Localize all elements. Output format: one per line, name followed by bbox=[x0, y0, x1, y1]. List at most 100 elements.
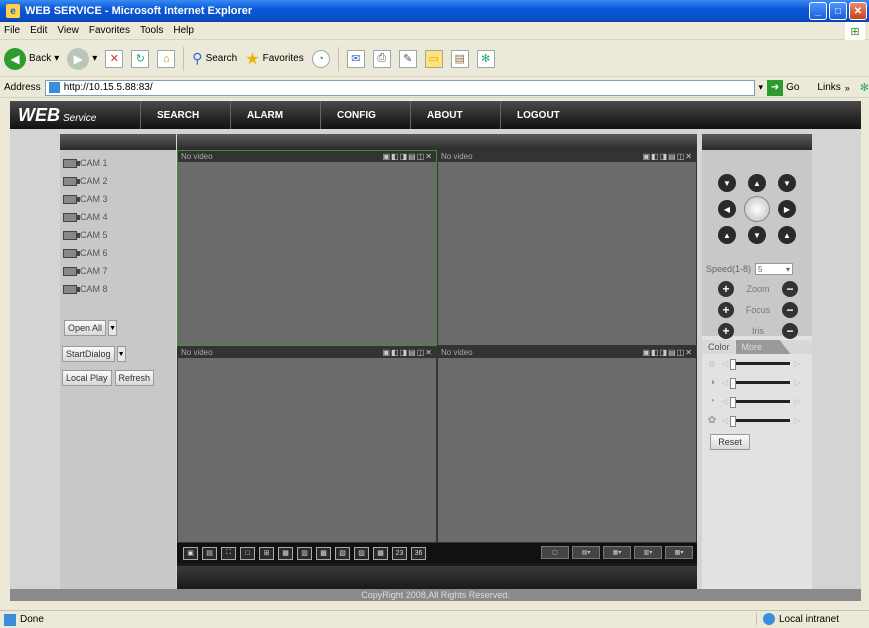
camera-item-4[interactable]: CAM 4 bbox=[60, 208, 176, 226]
favorites-button[interactable]: ★ Favorites bbox=[245, 49, 303, 69]
search-button[interactable]: ⚲ Search bbox=[192, 50, 237, 67]
menu-view[interactable]: View bbox=[57, 25, 79, 36]
history-icon[interactable]: ◔ bbox=[311, 49, 330, 68]
ptz-right-icon[interactable]: ▶ bbox=[778, 200, 796, 218]
split-20-icon[interactable]: ▦ bbox=[373, 546, 388, 560]
split-9-icon[interactable]: ▩ bbox=[316, 546, 331, 560]
ptz-down-icon[interactable]: ▼ bbox=[748, 226, 766, 244]
go-button[interactable]: ➜ Go bbox=[767, 79, 799, 96]
refresh-icon[interactable]: ↻ bbox=[131, 49, 150, 68]
cell-controls-icon[interactable]: ▣◧◨▤◫✕ bbox=[383, 152, 434, 161]
camera-item-5[interactable]: CAM 5 bbox=[60, 226, 176, 244]
slider-right-icon[interactable]: ▷ bbox=[794, 359, 800, 368]
ptz-up-left-icon[interactable]: ▼ bbox=[718, 174, 736, 192]
start-dialog-dropdown[interactable]: StartDialog ▼ bbox=[62, 346, 126, 362]
back-button[interactable]: ◀ Back ▾ bbox=[4, 47, 59, 70]
print-icon[interactable]: ⎙ bbox=[372, 49, 391, 68]
iris-close-button[interactable]: − bbox=[782, 323, 798, 339]
chevron-down-icon[interactable]: ▼ bbox=[108, 320, 118, 336]
camera-item-7[interactable]: CAM 7 bbox=[60, 262, 176, 280]
home-icon[interactable]: ⌂ bbox=[157, 49, 176, 68]
local-play-button[interactable]: Local Play bbox=[62, 370, 112, 386]
brightness-slider[interactable]: ☼ ◁ ▷ bbox=[702, 354, 812, 373]
ptz-center-button[interactable] bbox=[744, 196, 770, 222]
cell-controls-icon[interactable]: ▣◧◨▤◫✕ bbox=[643, 152, 694, 161]
slider-right-icon[interactable]: ▷ bbox=[794, 378, 800, 387]
nav-config[interactable]: CONFIG bbox=[320, 101, 410, 129]
camera-item-1[interactable]: CAM 1 bbox=[60, 154, 176, 172]
address-dropdown-icon[interactable]: ▾ bbox=[759, 82, 764, 93]
nav-about[interactable]: ABOUT bbox=[410, 101, 500, 129]
split-1-icon[interactable]: □ bbox=[240, 546, 255, 560]
camera-item-8[interactable]: CAM 8 bbox=[60, 280, 176, 298]
video-cell-1[interactable]: No video ▣◧◨▤◫✕ bbox=[177, 150, 437, 346]
contrast-slider[interactable]: ◑ ◁ ▷ bbox=[702, 373, 812, 392]
video-cell-3[interactable]: No video ▣◧◨▤◫✕ bbox=[177, 346, 437, 543]
split-full-icon[interactable]: ▣ bbox=[183, 546, 198, 560]
split-4-icon[interactable]: ⊞ bbox=[259, 546, 274, 560]
split-8-icon[interactable]: ▥ bbox=[297, 546, 312, 560]
camera-item-6[interactable]: CAM 6 bbox=[60, 244, 176, 262]
maximize-button[interactable]: □ bbox=[829, 2, 847, 20]
messenger-icon[interactable]: ✻ bbox=[476, 49, 495, 68]
camera-item-2[interactable]: CAM 2 bbox=[60, 172, 176, 190]
split-23-button[interactable]: 23 bbox=[392, 546, 407, 560]
minimize-button[interactable]: _ bbox=[809, 2, 827, 20]
split-list-icon[interactable]: ▤ bbox=[202, 546, 217, 560]
video-cell-4[interactable]: No video ▣◧◨▤◫✕ bbox=[437, 346, 697, 543]
nav-logout[interactable]: LOGOUT bbox=[500, 101, 590, 129]
slider-left-icon[interactable]: ◁ bbox=[722, 378, 728, 387]
refresh-button[interactable]: Refresh bbox=[114, 370, 155, 386]
slider-right-icon[interactable]: ▷ bbox=[794, 416, 800, 425]
saturation-slider[interactable]: ◔ ◁ ▷ bbox=[702, 392, 812, 411]
view-mode-1-icon[interactable]: ▢ bbox=[541, 546, 569, 559]
chevron-down-icon[interactable]: ▼ bbox=[116, 346, 126, 362]
saturation-track[interactable] bbox=[730, 397, 791, 408]
split-13-icon[interactable]: ▧ bbox=[335, 546, 350, 560]
contrast-track[interactable] bbox=[730, 378, 791, 389]
address-input[interactable]: http://10.15.5.88:83/ bbox=[44, 79, 755, 96]
split-36-button[interactable]: 36 bbox=[411, 546, 426, 560]
research-icon[interactable]: ▤ bbox=[450, 49, 469, 68]
ptz-up-right-icon[interactable]: ▼ bbox=[778, 174, 796, 192]
zoom-out-button[interactable]: − bbox=[781, 281, 798, 297]
split-fullscreen-icon[interactable]: ⛶ bbox=[221, 546, 236, 560]
nav-alarm[interactable]: ALARM bbox=[230, 101, 320, 129]
hue-track[interactable] bbox=[730, 416, 791, 427]
links-label[interactable]: Links bbox=[817, 82, 840, 93]
focus-in-button[interactable]: + bbox=[718, 302, 734, 318]
view-mode-2-icon[interactable]: ▤▾ bbox=[572, 546, 600, 559]
ptz-left-icon[interactable]: ◀ bbox=[718, 200, 736, 218]
ptz-down-left-icon[interactable]: ▲ bbox=[718, 226, 736, 244]
stop-icon[interactable]: ✕ bbox=[105, 49, 124, 68]
nav-search[interactable]: SEARCH bbox=[140, 101, 230, 129]
hue-slider[interactable]: ✿ ◁ ▷ bbox=[702, 411, 812, 430]
ptz-up-icon[interactable]: ▲ bbox=[748, 174, 766, 192]
open-all-dropdown[interactable]: Open All ▼ bbox=[64, 320, 118, 336]
slider-left-icon[interactable]: ◁ bbox=[722, 416, 728, 425]
slider-left-icon[interactable]: ◁ bbox=[722, 397, 728, 406]
menu-help[interactable]: Help bbox=[173, 25, 194, 36]
reset-button[interactable]: Reset bbox=[710, 434, 750, 450]
camera-item-3[interactable]: CAM 3 bbox=[60, 190, 176, 208]
edit-icon[interactable]: ✎ bbox=[398, 49, 417, 68]
cell-controls-icon[interactable]: ▣◧◨▤◫✕ bbox=[383, 348, 434, 357]
split-16-icon[interactable]: ▨ bbox=[354, 546, 369, 560]
open-all-button[interactable]: Open All bbox=[64, 320, 107, 336]
split-6-icon[interactable]: ▦ bbox=[278, 546, 293, 560]
tab-color[interactable]: Color bbox=[702, 340, 736, 354]
iris-open-button[interactable]: + bbox=[718, 323, 734, 339]
slider-left-icon[interactable]: ◁ bbox=[722, 359, 728, 368]
menu-favorites[interactable]: Favorites bbox=[89, 25, 130, 36]
links-chevron-icon[interactable]: » bbox=[845, 83, 850, 93]
menu-tools[interactable]: Tools bbox=[140, 25, 163, 36]
mail-icon[interactable]: ✉ bbox=[346, 49, 365, 68]
start-dialog-button[interactable]: StartDialog bbox=[62, 346, 115, 362]
menu-file[interactable]: File bbox=[4, 25, 20, 36]
view-mode-4-icon[interactable]: ▥▾ bbox=[634, 546, 662, 559]
extension-icon[interactable]: ✻ bbox=[860, 81, 869, 94]
focus-out-button[interactable]: − bbox=[781, 302, 798, 318]
forward-button[interactable]: ▶ ▾ bbox=[67, 47, 97, 70]
slider-right-icon[interactable]: ▷ bbox=[794, 397, 800, 406]
folder-icon[interactable]: ▭ bbox=[424, 49, 443, 68]
